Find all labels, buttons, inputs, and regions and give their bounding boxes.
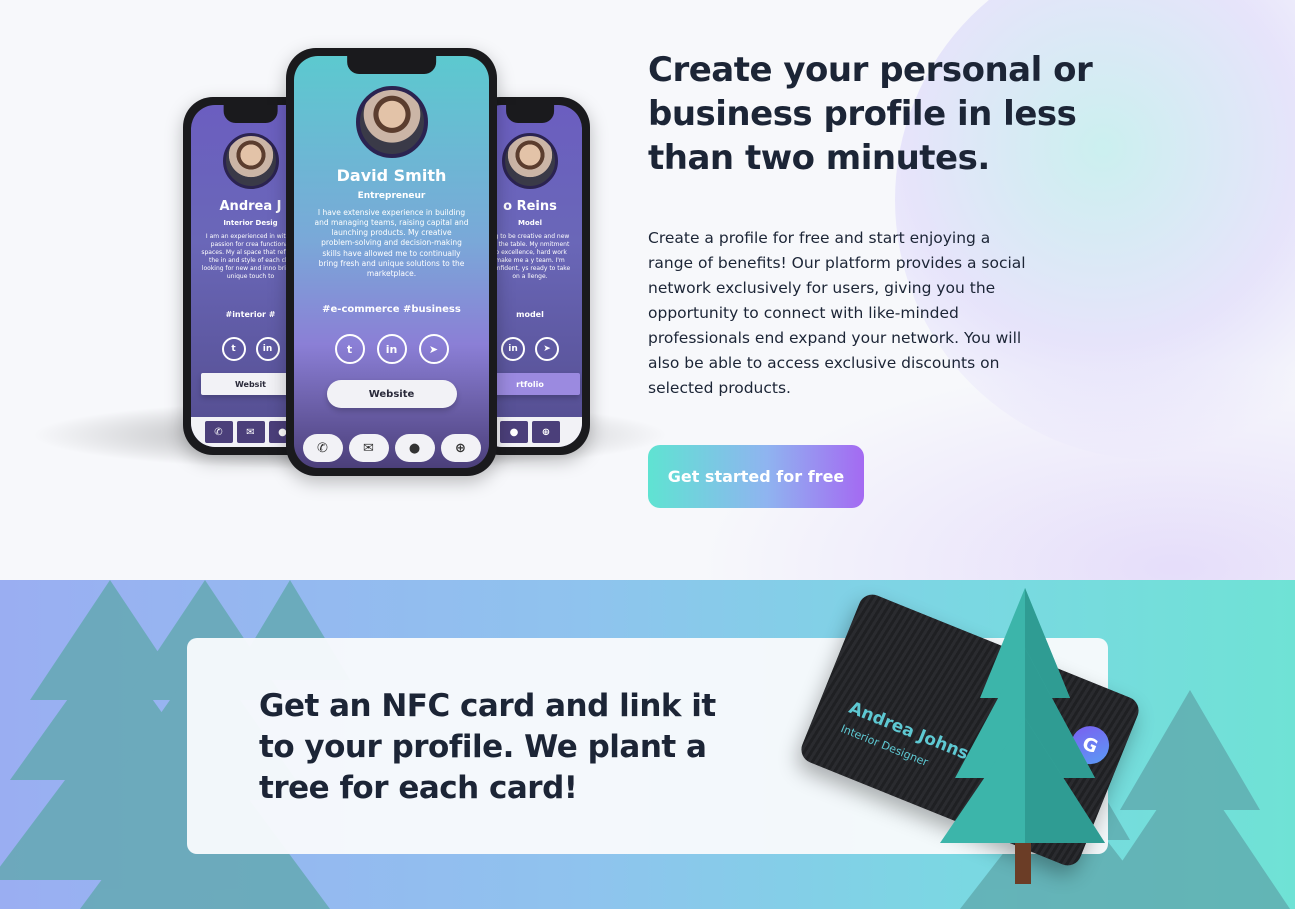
globe-icon: ⊕ — [532, 421, 560, 443]
profile-tags: #e-commerce #business — [322, 304, 461, 315]
avatar — [222, 133, 279, 189]
telegram-icon: ➤ — [418, 334, 449, 364]
phone-icon: ✆ — [302, 434, 343, 462]
phone-notch — [223, 105, 278, 123]
twitter-icon: t — [334, 334, 365, 364]
profile-name: David Smith — [336, 166, 447, 185]
linkedin-icon: in — [255, 337, 280, 361]
nfc-title: Get an NFC card and link it to your prof… — [259, 688, 716, 806]
phone-icon: ✆ — [204, 421, 233, 443]
hero-description: Create a profile for free and start enjo… — [648, 229, 1026, 397]
get-started-button[interactable]: Get started for free — [648, 445, 864, 508]
website-button: Website — [326, 380, 457, 408]
telegram-icon: ➤ — [535, 337, 559, 361]
contact-dock: ✆ ✉ ● ⊕ — [294, 428, 489, 468]
hero-section: Andrea J Interior Desig I am an experien… — [0, 0, 1295, 580]
phone-notch — [346, 56, 437, 74]
avatar — [355, 86, 428, 158]
phone-mockup-center: David Smith Entrepreneur I have extensiv… — [286, 48, 497, 476]
profile-role: Entrepreneur — [357, 191, 426, 201]
phone-screen: David Smith Entrepreneur I have extensiv… — [294, 56, 489, 468]
globe-icon: ⊕ — [440, 434, 481, 462]
avatar — [502, 133, 558, 189]
location-icon: ● — [500, 421, 528, 443]
mail-icon: ✉ — [236, 421, 265, 443]
location-icon: ● — [394, 434, 435, 462]
linkedin-icon: in — [376, 334, 407, 364]
twitter-icon: t — [221, 337, 246, 361]
tree-icon — [940, 588, 1105, 884]
mail-icon: ✉ — [348, 434, 389, 462]
profile-bio: I have extensive experience in building … — [314, 208, 469, 278]
hero-text: Create your personal or business profile… — [648, 48, 1108, 180]
linkedin-icon: in — [501, 337, 525, 361]
page-title: Create your personal or business profile… — [648, 50, 1093, 178]
profile-bio: ng to be creative and new to the table. … — [489, 233, 571, 281]
phone-notch — [506, 105, 554, 123]
nfc-section: Get an NFC card and link it to your prof… — [0, 580, 1295, 909]
social-links: t in ➤ — [294, 334, 489, 364]
